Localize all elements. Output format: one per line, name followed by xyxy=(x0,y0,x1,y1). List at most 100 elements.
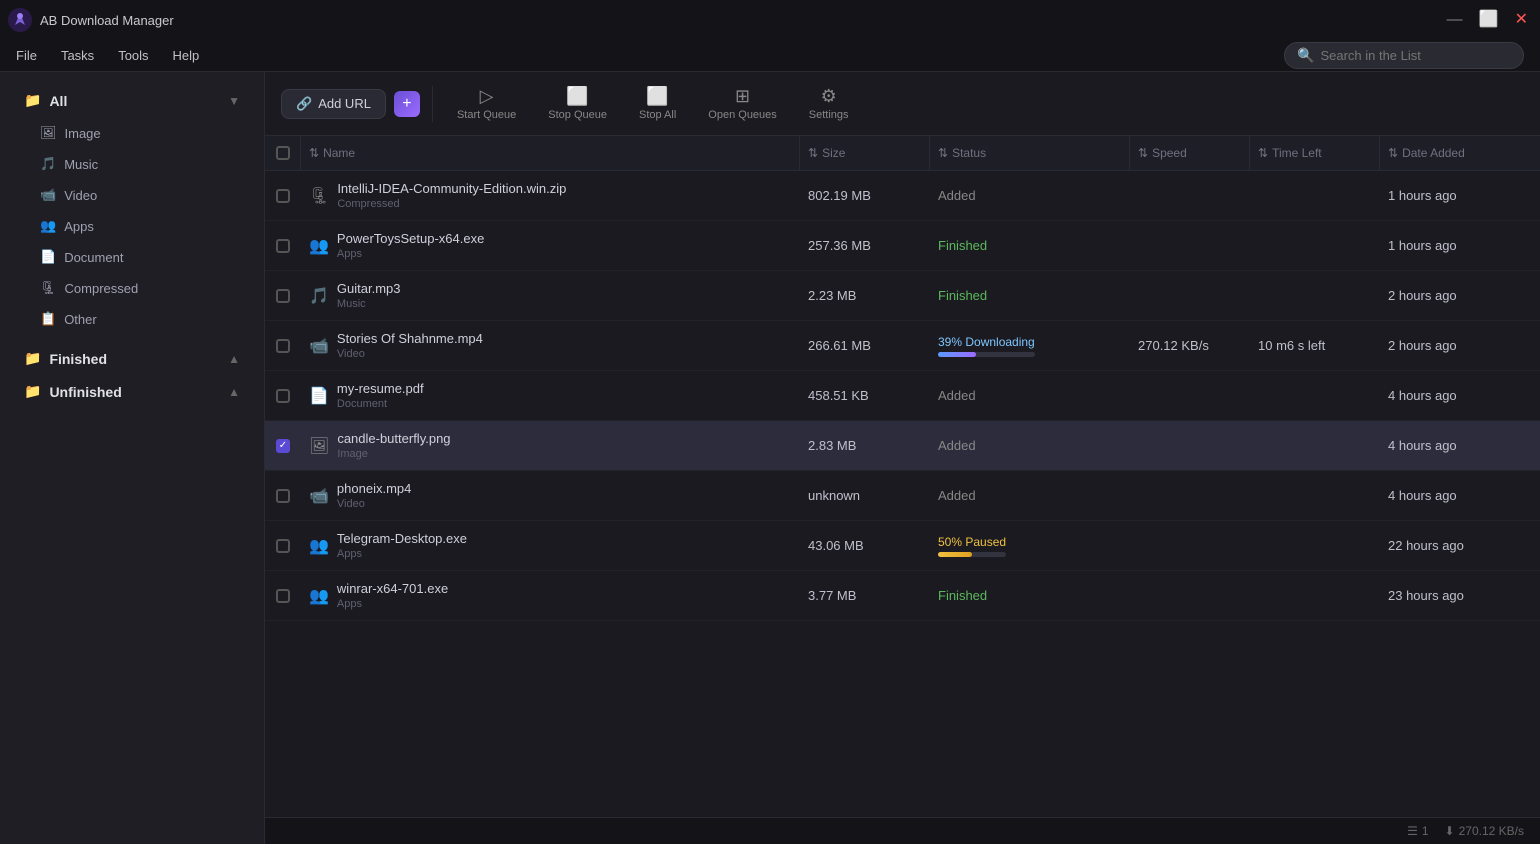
row-checkbox[interactable] xyxy=(276,289,290,303)
row-checkbox-cell[interactable]: ✓ xyxy=(265,429,301,463)
menu-file[interactable]: File xyxy=(16,44,37,67)
search-icon: 🔍 xyxy=(1297,47,1314,64)
row-checkbox-cell[interactable] xyxy=(265,229,301,263)
row-time-cell: 10 m6 s left xyxy=(1250,328,1380,363)
table-row[interactable]: ✓ 🖼 candle-butterfly.png Image 2.83 MBAd… xyxy=(265,421,1540,471)
row-checkbox-cell[interactable] xyxy=(265,579,301,613)
table-row[interactable]: 📄 my-resume.pdf Document 458.51 KBAdded4… xyxy=(265,371,1540,421)
row-checkbox[interactable] xyxy=(276,539,290,553)
add-url-plus-button[interactable]: + xyxy=(394,91,420,117)
row-time-cell xyxy=(1250,436,1380,456)
row-checkbox-cell[interactable] xyxy=(265,279,301,313)
table-row[interactable]: 🗜 IntelliJ-IDEA-Community-Edition.win.zi… xyxy=(265,171,1540,221)
row-status-cell: Added xyxy=(930,428,1130,463)
sidebar-item-video[interactable]: 📹 Video xyxy=(8,180,256,210)
app-title: AB Download Manager xyxy=(40,13,174,28)
sidebar-finished-header[interactable]: 📁 Finished ▲ xyxy=(8,342,256,375)
select-all-checkbox[interactable] xyxy=(276,146,290,160)
sidebar-item-other[interactable]: 📋 Other xyxy=(8,304,256,334)
status-text: Finished xyxy=(938,238,987,253)
file-info: Stories Of Shahnme.mp4 Video xyxy=(337,331,483,360)
header-name[interactable]: ⇅ Name xyxy=(301,136,800,170)
file-category: Image xyxy=(337,448,450,460)
table-row[interactable]: 👥 Telegram-Desktop.exe Apps 43.06 MB 50%… xyxy=(265,521,1540,571)
table-row[interactable]: 📹 Stories Of Shahnme.mp4 Video 266.61 MB… xyxy=(265,321,1540,371)
stop-all-label: Stop All xyxy=(639,109,676,121)
sidebar-unfinished-header[interactable]: 📁 Unfinished ▲ xyxy=(8,375,256,408)
file-name: Stories Of Shahnme.mp4 xyxy=(337,331,483,346)
stop-all-icon: ⬜ xyxy=(646,86,668,107)
file-type-icon: 📄 xyxy=(309,386,329,406)
row-checkbox[interactable] xyxy=(276,589,290,603)
header-time-left[interactable]: ⇅ Time Left xyxy=(1250,136,1380,170)
table-row[interactable]: 👥 PowerToysSetup-x64.exe Apps 257.36 MBF… xyxy=(265,221,1540,271)
row-checkbox[interactable] xyxy=(276,489,290,503)
list-icon: ☰ xyxy=(1407,824,1418,838)
row-name-cell: 📄 my-resume.pdf Document xyxy=(301,371,800,420)
file-type-icon: 🗜 xyxy=(309,186,329,206)
menu-bar: File Tasks Tools Help 🔍 xyxy=(0,40,1540,72)
row-name-cell: 📹 phoneix.mp4 Video xyxy=(301,471,800,520)
minimize-button[interactable]: — xyxy=(1447,12,1463,28)
search-input[interactable] xyxy=(1320,48,1511,63)
header-status[interactable]: ⇅ Status xyxy=(930,136,1130,170)
close-button[interactable]: ✕ xyxy=(1515,12,1528,28)
file-type-icon: 📹 xyxy=(309,336,329,356)
row-checkbox[interactable] xyxy=(276,339,290,353)
table-row[interactable]: 🎵 Guitar.mp3 Music 2.23 MBFinished2 hour… xyxy=(265,271,1540,321)
header-size[interactable]: ⇅ Size xyxy=(800,136,930,170)
row-name-cell: 🖼 candle-butterfly.png Image xyxy=(301,421,800,470)
download-list: ⇅ Name ⇅ Size ⇅ Status ⇅ Speed ⇅ Time xyxy=(265,136,1540,817)
row-date-cell: 22 hours ago xyxy=(1380,528,1540,563)
start-queue-button[interactable]: ▷ Start Queue xyxy=(445,82,528,125)
search-box[interactable]: 🔍 xyxy=(1284,42,1524,69)
file-category: Apps xyxy=(337,248,484,260)
sidebar-all-header[interactable]: 📁 All ▼ xyxy=(8,84,256,117)
row-checkbox[interactable] xyxy=(276,239,290,253)
header-date-added[interactable]: ⇅ Date Added xyxy=(1380,136,1540,170)
sidebar-item-document[interactable]: 📄 Document xyxy=(8,242,256,272)
row-checkbox-cell[interactable] xyxy=(265,479,301,513)
row-checkbox[interactable] xyxy=(276,389,290,403)
menu-tools[interactable]: Tools xyxy=(118,44,148,67)
row-status-cell: Finished xyxy=(930,278,1130,313)
row-checkbox-cell[interactable] xyxy=(265,329,301,363)
table-row[interactable]: 👥 winrar-x64-701.exe Apps 3.77 MBFinishe… xyxy=(265,571,1540,621)
row-name-cell: 👥 Telegram-Desktop.exe Apps xyxy=(301,521,800,570)
open-queues-button[interactable]: ⊞ Open Queues xyxy=(696,82,789,125)
menu-tasks[interactable]: Tasks xyxy=(61,44,94,67)
stop-all-button[interactable]: ⬜ Stop All xyxy=(627,82,688,125)
row-date-cell: 4 hours ago xyxy=(1380,478,1540,513)
sidebar-item-apps[interactable]: 👥 Apps xyxy=(8,211,256,241)
row-size-cell: 458.51 KB xyxy=(800,378,930,413)
row-date-cell: 23 hours ago xyxy=(1380,578,1540,613)
progress-bar-bg xyxy=(938,352,1035,357)
sidebar-item-music[interactable]: 🎵 Music xyxy=(8,149,256,179)
row-speed-cell xyxy=(1130,536,1250,556)
sidebar-unfinished-label: Unfinished xyxy=(49,384,121,400)
sidebar-item-image[interactable]: 🖼 Image xyxy=(8,118,256,148)
menu-help[interactable]: Help xyxy=(173,44,200,67)
queue-count: 1 xyxy=(1422,824,1429,838)
row-checkbox-cell[interactable] xyxy=(265,529,301,563)
settings-button[interactable]: ⚙ Settings xyxy=(797,82,861,125)
row-checkbox[interactable] xyxy=(276,189,290,203)
row-date-cell: 2 hours ago xyxy=(1380,328,1540,363)
table-row[interactable]: 📹 phoneix.mp4 Video unknownAdded4 hours … xyxy=(265,471,1540,521)
file-category: Apps xyxy=(337,548,467,560)
toolbar-divider-1 xyxy=(432,86,433,122)
header-checkbox-cell[interactable] xyxy=(265,136,301,170)
video-icon: 📹 xyxy=(40,187,56,203)
unfinished-chevron-icon: ▲ xyxy=(228,385,240,399)
header-speed[interactable]: ⇅ Speed xyxy=(1130,136,1250,170)
stop-queue-button[interactable]: ⬜ Stop Queue xyxy=(536,82,619,125)
sidebar-item-compressed[interactable]: 🗜 Compressed xyxy=(8,273,256,303)
queue-count-item: ☰ 1 xyxy=(1407,824,1428,838)
row-speed-cell xyxy=(1130,486,1250,506)
maximize-button[interactable]: ⬜ xyxy=(1479,12,1499,28)
row-checkbox[interactable]: ✓ xyxy=(276,439,290,453)
row-checkbox-cell[interactable] xyxy=(265,179,301,213)
add-url-button[interactable]: 🔗 Add URL xyxy=(281,89,386,119)
row-checkbox-cell[interactable] xyxy=(265,379,301,413)
file-name: Guitar.mp3 xyxy=(337,281,401,296)
